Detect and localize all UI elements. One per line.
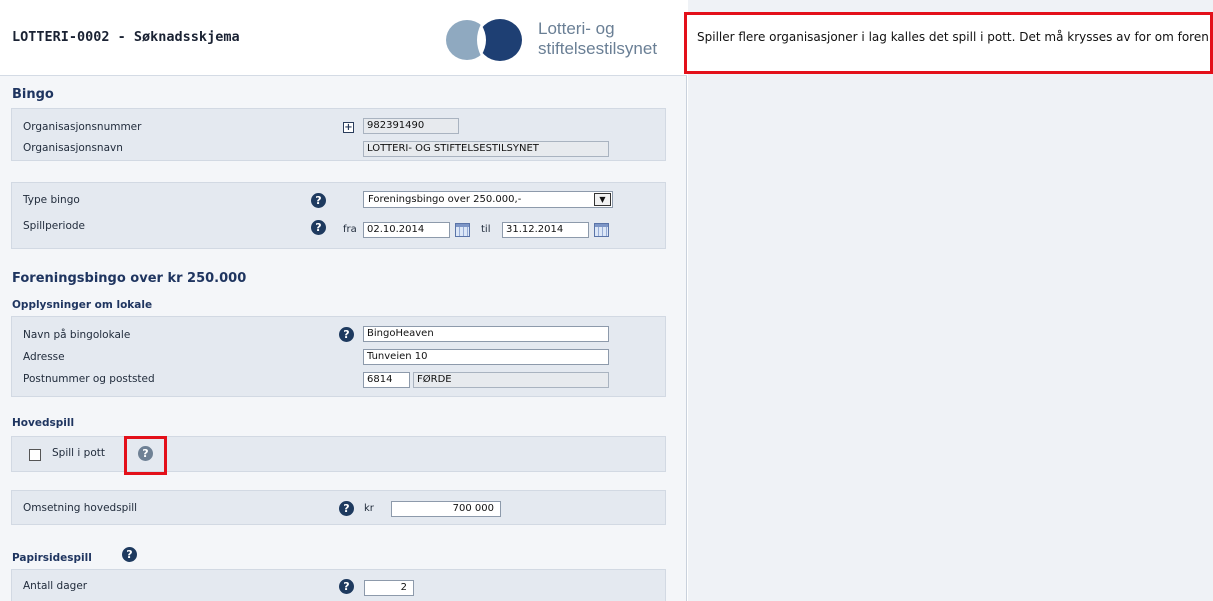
venue-panel: Navn på bingolokale ? BingoHeaven Adress… [11,316,666,397]
form-header: LOTTERI-0002 - Søknadsskjema Lotteri- og… [0,0,687,76]
turnover-help-icon[interactable]: ? [339,501,354,516]
calendar-icon[interactable] [455,223,470,237]
type-bingo-select[interactable]: Foreningsbingo over 250.000,- ▼ [363,191,613,208]
section-heading: Foreningsbingo over kr 250.000 [12,271,247,286]
turnover-panel: Omsetning hovedspill ? kr 700 000 [11,490,666,525]
logo: Lotteri- og stiftelsestilsynet [443,17,673,63]
paper-heading: Papirsidespill [12,552,92,564]
turnover-label: Omsetning hovedspill [23,502,138,514]
type-help-icon[interactable]: ? [311,193,326,208]
to-label: til [481,224,491,235]
from-date-field[interactable]: 02.10.2014 [363,222,450,238]
from-label: fra [343,224,357,235]
org-number-field: 982391490 [363,118,459,134]
turnover-field[interactable]: 700 000 [391,501,501,517]
org-number-label: Organisasjonsnummer [23,121,142,133]
org-name-label: Organisasjonsnavn [23,142,123,154]
venue-name-label: Navn på bingolokale [23,329,131,341]
organisation-panel: Organisasjonsnummer + 982391490 Organisa… [11,108,666,161]
main-game-heading: Hovedspill [12,417,75,429]
logo-text: Lotteri- og stiftelsestilsynet [538,19,657,59]
help-text-box: Spiller flere organisasjoner i lag kalle… [684,12,1213,74]
logo-mark-icon [446,19,522,61]
logo-line-1: Lotteri- og [538,19,615,38]
paper-help-icon[interactable]: ? [122,547,137,562]
expand-plus-icon[interactable]: + [343,122,354,133]
pot-checkbox[interactable] [29,449,41,461]
address-field[interactable]: Tunveien 10 [363,349,609,365]
address-label: Adresse [23,351,65,363]
help-pane [688,0,1213,601]
calendar-icon[interactable] [594,223,609,237]
type-panel: Type bingo ? Foreningsbingo over 250.000… [11,182,666,249]
org-name-field: LOTTERI- OG STIFTELSESTILSYNET [363,141,609,157]
venue-help-icon[interactable]: ? [339,327,354,342]
bingo-heading: Bingo [12,87,54,102]
days-label: Antall dager [23,580,88,592]
highlight-box [124,436,167,475]
page-title: LOTTERI-0002 - Søknadsskjema [12,29,240,45]
venue-name-field[interactable]: BingoHeaven [363,326,609,342]
postal-label: Postnummer og poststed [23,373,155,385]
period-label: Spillperiode [23,220,85,232]
pot-label: Spill i pott [52,447,105,459]
days-help-icon[interactable]: ? [339,579,354,594]
days-field[interactable]: 2 [364,580,414,596]
period-help-icon[interactable]: ? [311,220,326,235]
paper-panel: Antall dager ? 2 [11,569,666,601]
section-subheading: Opplysninger om lokale [12,299,153,311]
postal-code-field[interactable]: 6814 [363,372,410,388]
chevron-down-icon[interactable]: ▼ [594,193,611,206]
postal-place-field: FØRDE [413,372,609,388]
pot-panel: Spill i pott ? [11,436,666,472]
to-date-field[interactable]: 31.12.2014 [502,222,589,238]
type-bingo-value: Foreningsbingo over 250.000,- [368,194,522,205]
type-bingo-label: Type bingo [23,194,80,206]
currency-label: kr [364,503,374,514]
logo-line-2: stiftelsestilsynet [538,39,658,58]
